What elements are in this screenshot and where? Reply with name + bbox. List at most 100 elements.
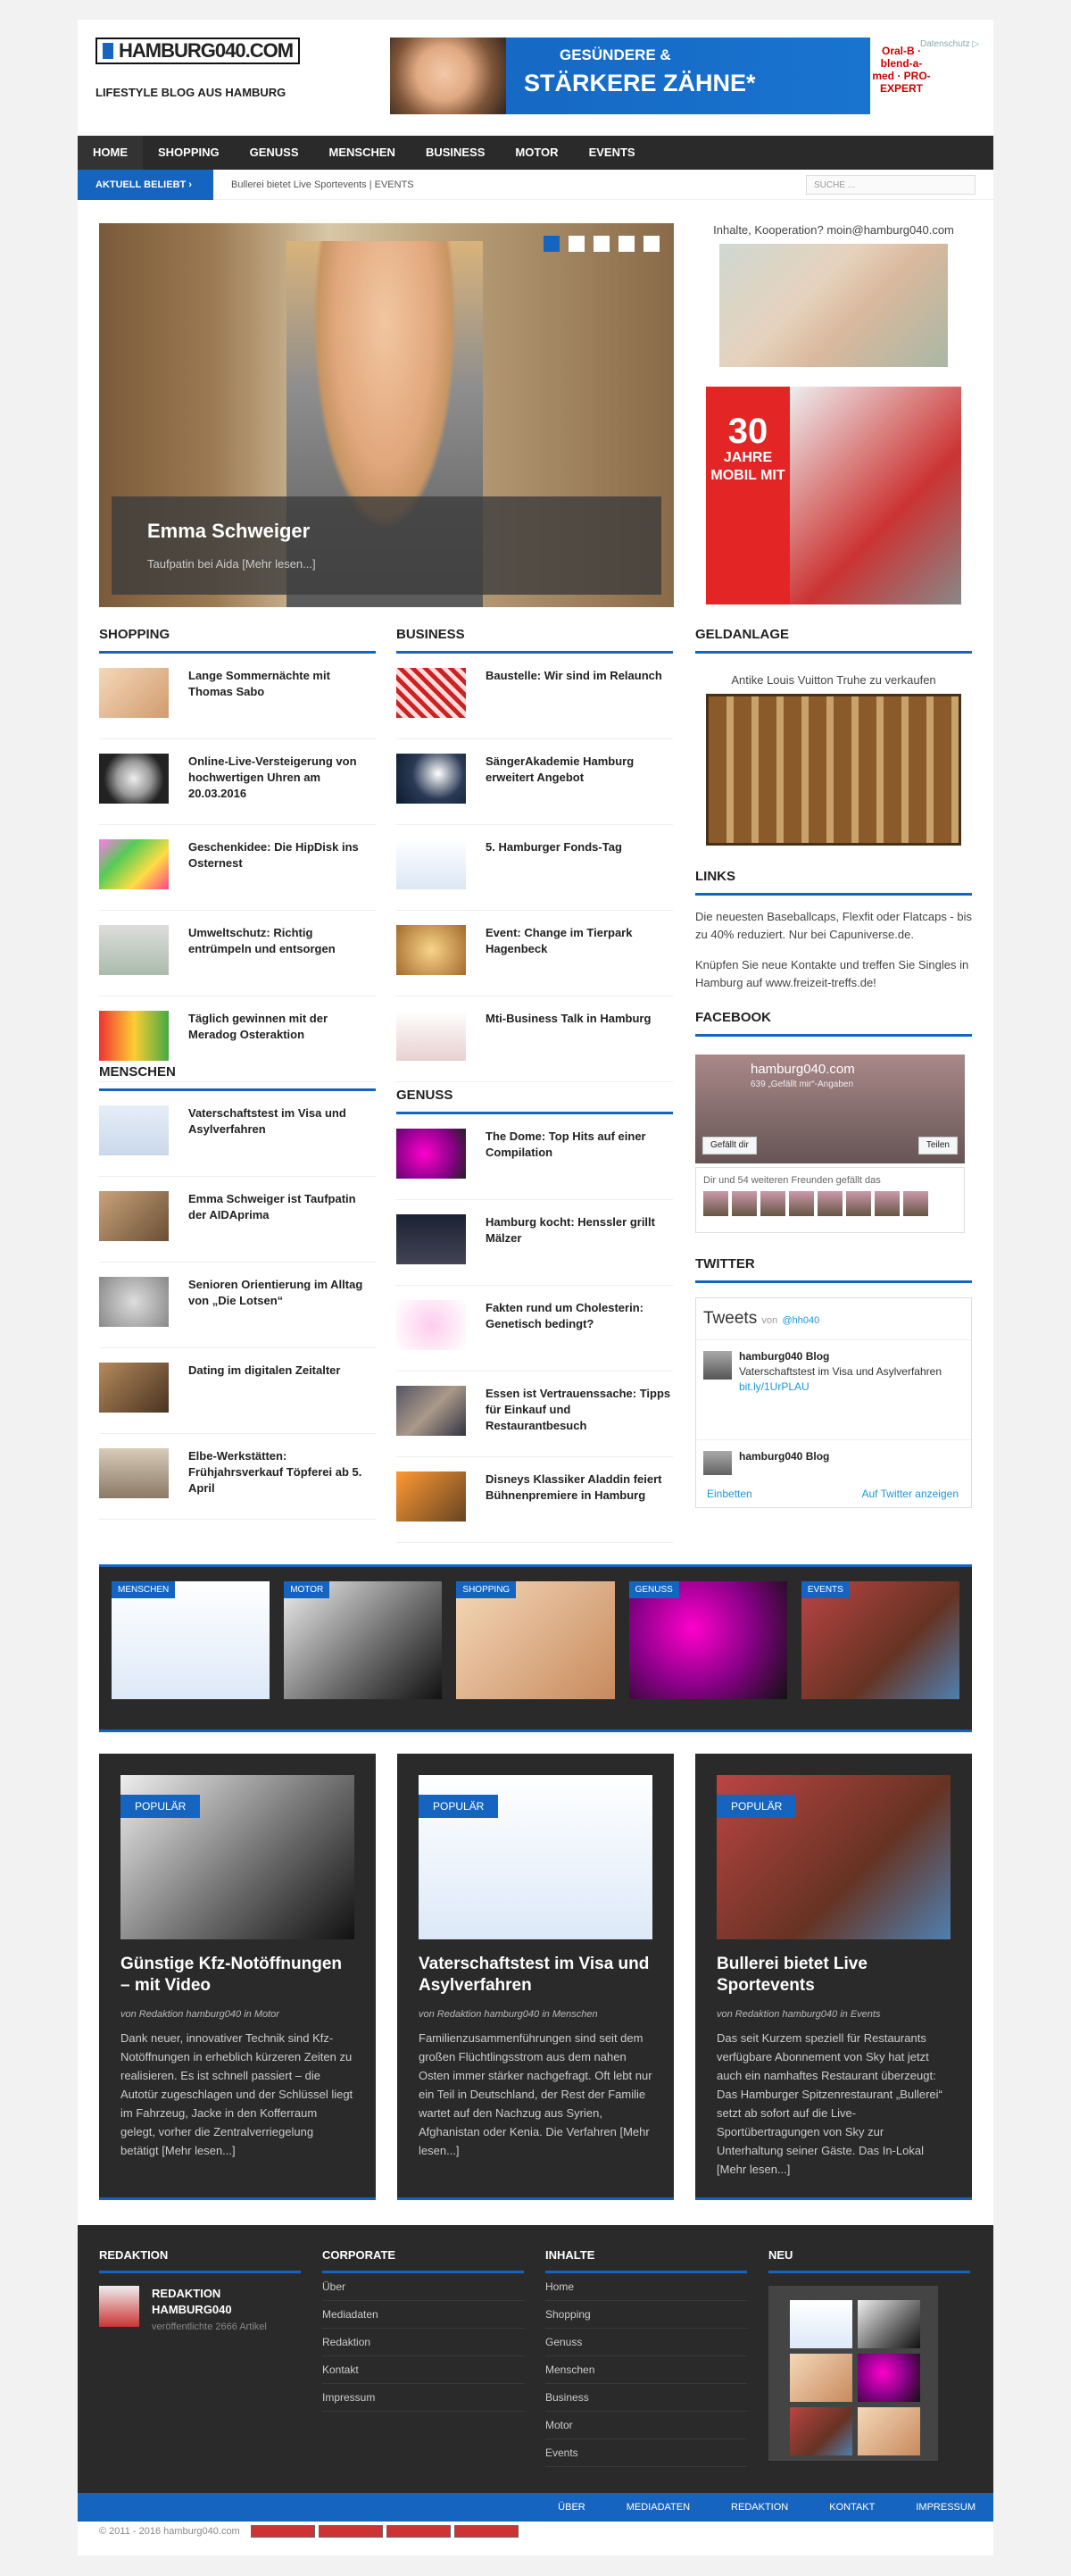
twitter-view-link[interactable]: Auf Twitter anzeigen — [861, 1488, 959, 1500]
footer-link[interactable]: Motor — [545, 2412, 747, 2439]
item-title[interactable]: Essen ist Vertrauenssache: Tipps für Ein… — [486, 1386, 673, 1442]
trunk-image[interactable] — [706, 694, 961, 846]
thumbnail[interactable] — [790, 2300, 852, 2348]
avatar[interactable] — [732, 1191, 757, 1216]
avatar[interactable] — [846, 1191, 871, 1216]
avatar[interactable] — [703, 1351, 732, 1380]
thumbnail[interactable] — [99, 668, 169, 718]
footer-link[interactable]: Events — [545, 2439, 747, 2467]
site-logo[interactable]: HAMBURG040.COM — [95, 38, 301, 64]
list-item[interactable]: Vaterschaftstest im Visa und Asylverfahr… — [99, 1091, 376, 1177]
twitter-embed-link[interactable]: Einbetten — [707, 1488, 752, 1500]
avatar[interactable] — [703, 1451, 732, 1475]
avatar[interactable] — [99, 2286, 140, 2327]
nav-home[interactable]: HOME — [78, 136, 143, 170]
nav-motor[interactable]: MOTOR — [500, 136, 573, 170]
item-title[interactable]: 5. Hamburger Fonds-Tag — [486, 839, 622, 896]
item-title[interactable]: Senioren Orientierung im Alltag von „Die… — [188, 1277, 376, 1333]
list-item[interactable]: Essen ist Vertrauenssache: Tipps für Ein… — [396, 1371, 673, 1457]
category-tag[interactable]: SHOPPING — [456, 1581, 517, 1598]
thumbnail[interactable] — [396, 1471, 466, 1521]
sidebar-image[interactable] — [719, 244, 948, 367]
item-title[interactable]: Baustelle: Wir sind im Relaunch — [486, 668, 662, 724]
nav-shopping[interactable]: SHOPPING — [143, 136, 235, 170]
tweet-link[interactable]: bit.ly/1UrPLAU — [739, 1380, 809, 1393]
section-title[interactable]: MENSCHEN — [99, 1064, 376, 1091]
thumbnail[interactable] — [99, 1448, 169, 1498]
thumbnail[interactable] — [99, 1191, 169, 1241]
twitter-timeline[interactable]: Tweets von @hh040 hamburg040 Blog Vaters… — [695, 1297, 972, 1508]
card-image[interactable]: POPULÄR — [717, 1775, 951, 1939]
card-title[interactable]: Günstige Kfz-Notöffnungen – mit Video — [120, 1954, 354, 1997]
strip-item-menschen[interactable]: MENSCHEN — [112, 1581, 270, 1699]
badge[interactable] — [386, 2525, 451, 2538]
slider-subtitle[interactable]: Taufpatin bei Aida [Mehr lesen...] — [147, 557, 626, 571]
badge[interactable] — [318, 2525, 383, 2538]
thumbnail[interactable] — [396, 754, 466, 804]
item-title[interactable]: Fakten rund um Cholesterin: Genetisch be… — [486, 1300, 673, 1356]
featured-slider[interactable]: Emma Schweiger Taufpatin bei Aida [Mehr … — [99, 223, 674, 607]
thumbnail[interactable] — [858, 2354, 920, 2402]
item-title[interactable]: Geschenkidee: Die HipDisk ins Osternest — [188, 839, 376, 896]
list-item[interactable]: Umweltschutz: Richtig entrümpeln und ent… — [99, 911, 376, 996]
category-tag[interactable]: EVENTS — [801, 1581, 850, 1598]
slider-dot[interactable] — [544, 236, 560, 252]
list-item[interactable]: The Dome: Top Hits auf einer Compilation — [396, 1114, 673, 1200]
footer-nav-link[interactable]: REDAKTION — [731, 2493, 788, 2522]
card-title[interactable]: Vaterschaftstest im Visa und Asylverfahr… — [419, 1954, 652, 1997]
tweet[interactable]: hamburg040 Blog — [696, 1439, 971, 1475]
footer-link[interactable]: Shopping — [545, 2301, 747, 2329]
thumbnail[interactable] — [99, 754, 169, 804]
thumbnail[interactable] — [99, 1277, 169, 1327]
item-title[interactable]: Disneys Klassiker Aladdin feiert Bühnenp… — [486, 1471, 673, 1528]
footer-nav-link[interactable]: IMPRESSUM — [916, 2493, 976, 2522]
nav-events[interactable]: EVENTS — [574, 136, 651, 170]
section-title[interactable]: GENUSS — [396, 1088, 673, 1114]
list-item[interactable]: SängerAkademie Hamburg erweitert Angebot — [396, 739, 673, 825]
avatar[interactable] — [760, 1191, 785, 1216]
badge[interactable] — [453, 2525, 519, 2538]
search-input[interactable]: SUCHE ... — [806, 175, 976, 195]
thumbnail[interactable] — [99, 1363, 169, 1413]
strip-item-shopping[interactable]: SHOPPING — [456, 1581, 615, 1699]
thumbnail[interactable] — [858, 2300, 920, 2348]
avatar[interactable] — [903, 1191, 928, 1216]
footer-link[interactable]: Mediadaten — [322, 2301, 524, 2329]
list-item[interactable]: Emma Schweiger ist Taufpatin der AIDApri… — [99, 1177, 376, 1263]
list-item[interactable]: Baustelle: Wir sind im Relaunch — [396, 654, 673, 739]
avatar[interactable] — [875, 1191, 900, 1216]
list-item[interactable]: Senioren Orientierung im Alltag von „Die… — [99, 1263, 376, 1348]
badge[interactable] — [250, 2525, 315, 2538]
strip-item-motor[interactable]: MOTOR — [284, 1581, 443, 1699]
item-title[interactable]: SängerAkademie Hamburg erweitert Angebot — [486, 754, 673, 810]
thumbnail[interactable] — [99, 925, 169, 975]
category-tag[interactable]: MOTOR — [284, 1581, 330, 1598]
card-image[interactable]: POPULÄR — [120, 1775, 354, 1939]
links-text[interactable]: Die neuesten Baseballcaps, Flexfit oder … — [695, 908, 972, 944]
list-item[interactable]: Dating im digitalen Zeitalter — [99, 1348, 376, 1434]
thumbnail[interactable] — [858, 2407, 920, 2455]
item-title[interactable]: Dating im digitalen Zeitalter — [188, 1363, 340, 1419]
thumbnail[interactable] — [790, 2354, 852, 2402]
facebook-page-name[interactable]: hamburg040.com — [751, 1062, 855, 1077]
avatar[interactable] — [818, 1191, 843, 1216]
strip-item-genuss[interactable]: GENUSS — [628, 1581, 787, 1699]
nav-menschen[interactable]: MENSCHEN — [314, 136, 411, 170]
item-title[interactable]: Hamburg kocht: Henssler grillt Mälzer — [486, 1214, 673, 1271]
card-title[interactable]: Bullerei bietet Live Sportevents — [717, 1954, 951, 1997]
item-title[interactable]: Vaterschaftstest im Visa und Asylverfahr… — [188, 1105, 376, 1162]
footer-link[interactable]: Genuss — [545, 2329, 747, 2356]
sidebar-ad[interactable]: 30 JAHRE MOBIL MIT — [706, 387, 961, 604]
slider-dot[interactable] — [569, 236, 585, 252]
facebook-like-button[interactable]: Gefällt dir — [702, 1137, 757, 1155]
list-item[interactable]: Elbe-Werkstätten: Frühjahrsverkauf Töpfe… — [99, 1434, 376, 1520]
card-image[interactable]: POPULÄR — [419, 1775, 652, 1939]
facebook-share-button[interactable]: Teilen — [917, 1137, 958, 1155]
twitter-handle[interactable]: @hh040 — [783, 1315, 820, 1326]
footer-link[interactable]: Kontakt — [322, 2356, 524, 2384]
item-title[interactable]: Mti-Business Talk in Hamburg — [486, 1011, 651, 1067]
links-text[interactable]: Knüpfen Sie neue Kontakte und treffen Si… — [695, 956, 972, 992]
footer-link[interactable]: Über — [322, 2273, 524, 2301]
category-tag[interactable]: GENUSS — [628, 1581, 679, 1598]
tweet-author[interactable]: hamburg040 Blog — [739, 1450, 829, 1463]
